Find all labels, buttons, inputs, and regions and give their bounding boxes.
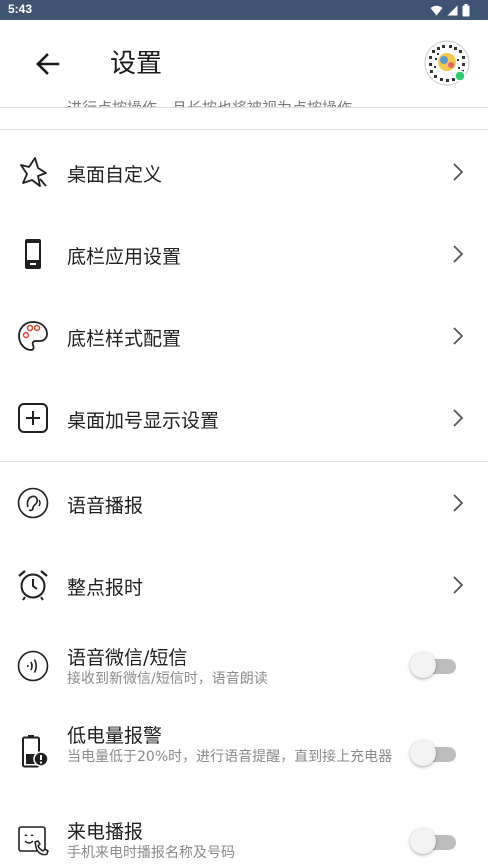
chevron-right-icon [453, 409, 464, 427]
section-divider [0, 129, 488, 130]
setting-label: 底栏样式配置 [67, 328, 182, 350]
arrow-left-icon [36, 53, 60, 75]
partial-description-text: 进行点按操作，且长按也将被视为点按操作 [67, 99, 353, 108]
wifi-icon [430, 5, 443, 15]
app-bar: 设置 进行点按操作，且长按也将被视为点按操作 [0, 20, 488, 108]
setting-label: 桌面自定义 [67, 164, 163, 186]
incoming-call-icon [18, 826, 49, 856]
setting-low-battery-alert[interactable]: 低电量报警 当电量低于20%时，进行语音提醒，直到接上充电器 [0, 708, 488, 806]
ear-sound-icon [17, 487, 49, 519]
chevron-right-icon [453, 494, 464, 512]
setting-desktop-plus-display[interactable]: 桌面加号显示设置 [0, 377, 488, 459]
toggle-knob [410, 828, 436, 854]
chevron-right-icon [453, 327, 464, 345]
signal-icon [447, 5, 458, 15]
phone-device-icon [25, 239, 41, 269]
chevron-right-icon [453, 245, 464, 263]
setting-bottom-bar-style[interactable]: 底栏样式配置 [0, 295, 488, 377]
back-button[interactable] [30, 46, 66, 82]
setting-label: 整点报时 [67, 577, 144, 599]
speaker-waves-icon [17, 650, 49, 682]
battery-alert-icon [22, 735, 49, 768]
palette-icon [18, 321, 48, 351]
page-title: 设置 [110, 49, 163, 79]
setting-bottom-bar-apps[interactable]: 底栏应用设置 [0, 213, 488, 295]
setting-subtitle: 手机来电时播报名称及号码 [67, 845, 235, 861]
qr-code-avatar-icon [424, 40, 470, 86]
alarm-clock-icon [18, 570, 48, 601]
chevron-right-icon [453, 576, 464, 594]
setting-label: 来电播报 [67, 821, 144, 843]
setting-voice-broadcast[interactable]: 语音播报 [0, 462, 488, 544]
status-time: 5:43 [8, 2, 33, 16]
battery-icon [462, 3, 470, 16]
toggle-switch[interactable] [410, 827, 458, 855]
setting-incoming-call-broadcast[interactable]: 来电播报 手机来电时播报名称及号码 [0, 806, 488, 868]
setting-label: 低电量报警 [67, 725, 163, 747]
toggle-knob [410, 652, 436, 678]
setting-subtitle: 当电量低于20%时，进行语音提醒，直到接上充电器 [67, 749, 393, 765]
setting-desktop-customize[interactable]: 桌面自定义 [0, 131, 488, 213]
setting-label: 语音微信/短信 [67, 647, 188, 669]
plus-square-icon [18, 403, 48, 433]
chevron-right-icon [453, 163, 464, 181]
status-bar: 5:43 [0, 0, 488, 20]
setting-hourly-chime[interactable]: 整点报时 [0, 544, 488, 626]
setting-label: 底栏应用设置 [67, 246, 182, 268]
setting-label: 语音播报 [67, 495, 144, 517]
star-outline-icon [20, 157, 47, 187]
avatar[interactable] [424, 40, 470, 86]
status-icons [430, 3, 470, 17]
setting-voice-wechat-sms[interactable]: 语音微信/短信 接收到新微信/短信时，语音朗读 [0, 626, 488, 708]
toggle-switch[interactable] [410, 739, 458, 767]
toggle-knob [410, 740, 436, 766]
setting-subtitle: 接收到新微信/短信时，语音朗读 [67, 671, 268, 687]
setting-label: 桌面加号显示设置 [67, 410, 220, 432]
toggle-switch[interactable] [410, 651, 458, 679]
